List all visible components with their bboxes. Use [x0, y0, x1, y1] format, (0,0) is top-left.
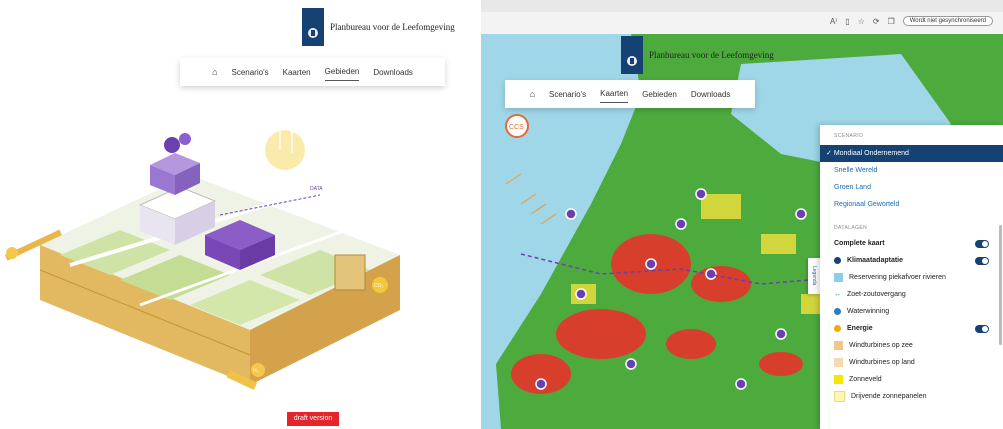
crest-icon [621, 36, 643, 74]
layer-piekafvoer[interactable]: Reservering piekafvoer rivieren [820, 269, 1003, 286]
collections-icon[interactable]: ❐ [888, 17, 895, 26]
nav-kaarten[interactable]: Kaarten [283, 64, 311, 81]
nav-downloads[interactable]: Downloads [691, 86, 731, 103]
logo-text: Planbureau voor de Leefomgeving [330, 22, 455, 32]
logo-text: Planbureau voor de Leefomgeving [649, 50, 774, 60]
h2-label: H₂ [253, 368, 259, 374]
nav-gebieden[interactable]: Gebieden [324, 63, 360, 81]
divider [456, 0, 481, 429]
arrow-both-icon: ↔ [834, 291, 841, 298]
main-nav: ⌂ Scenario's Kaarten Gebieden Downloads [180, 58, 445, 86]
layer-zonneveld[interactable]: Zonneveld [820, 371, 1003, 388]
home-icon[interactable]: ⌂ [530, 85, 535, 103]
layer-wind-land[interactable]: Windturbines op land [820, 354, 1003, 371]
sync-button[interactable]: Wordt niet gesynchroniseerd [902, 16, 993, 26]
swatch-icon [834, 273, 843, 282]
pbl-logo[interactable]: Planbureau voor de Leefomgeving [302, 8, 455, 46]
scenario-regionaal[interactable]: Regionaal Geworteld [820, 196, 1003, 213]
legend-tab[interactable]: Legenda [808, 258, 820, 294]
isometric-illustration: DATA CO₂ H₂ [5, 118, 400, 390]
toggle-switch[interactable] [975, 239, 989, 248]
layer-complete-kaart[interactable]: Complete kaart [820, 235, 1003, 252]
layer-waterwinning[interactable]: Waterwinning [820, 303, 1003, 320]
ccs-marker[interactable]: CCS [509, 124, 524, 131]
left-screenshot: Planbureau voor de Leefomgeving ⌂ Scenar… [0, 0, 456, 429]
layer-klimaatadaptatie[interactable]: Klimaatadaptatie [820, 252, 1003, 269]
pbl-logo-right[interactable]: Planbureau voor de Leefomgeving [621, 36, 774, 74]
scenario-header: SCENARIO [834, 133, 864, 139]
layers-header: DATALAGEN [834, 225, 868, 231]
droplet-icon [834, 308, 841, 315]
draft-badge: draft version [287, 412, 339, 426]
swatch-icon [834, 375, 843, 384]
toggle-switch[interactable] [975, 256, 989, 265]
layer-energie[interactable]: Energie [820, 320, 1003, 337]
bullet-icon [834, 257, 841, 264]
main-nav-right: ⌂ Scenario's Kaarten Gebieden Downloads [505, 80, 755, 108]
scrollbar[interactable] [999, 225, 1002, 345]
swatch-icon [834, 391, 845, 402]
layer-zoet-zout[interactable]: ↔ Zoet-zoutovergang [820, 286, 1003, 303]
layer-wind-zee[interactable]: Windturbines op zee [820, 337, 1003, 354]
nav-scenarios[interactable]: Scenario's [232, 64, 269, 81]
read-aloud-icon[interactable]: A⁾ [830, 17, 837, 26]
scenario-snelle-wereld[interactable]: Snelle Wereld [820, 162, 1003, 179]
scenario-mondiaal[interactable]: ✓ Mondiaal Ondernemend [820, 145, 1003, 162]
bullet-icon [834, 325, 841, 332]
toggle-switch[interactable] [975, 324, 989, 333]
reader-icon[interactable]: ▯ [845, 17, 849, 26]
nav-gebieden[interactable]: Gebieden [642, 86, 677, 103]
layer-drijvende-zon[interactable]: Drijvende zonnepanelen [820, 388, 1003, 405]
right-screenshot: A⁾ ▯ ☆ ⟳ ❐ Wordt niet gesynchroniseerd C… [481, 0, 1003, 429]
nav-kaarten[interactable]: Kaarten [600, 85, 629, 103]
co2-label: CO₂ [374, 283, 384, 289]
crest-icon [302, 8, 324, 46]
browser-toolbar: A⁾ ▯ ☆ ⟳ ❐ Wordt niet gesynchroniseerd [481, 0, 1003, 35]
data-label: DATA [310, 186, 323, 192]
favorites-icon[interactable]: ☆ [858, 17, 865, 26]
extensions-icon[interactable]: ⟳ [873, 17, 880, 26]
nav-scenarios[interactable]: Scenario's [549, 86, 586, 103]
nav-downloads[interactable]: Downloads [373, 64, 413, 81]
swatch-icon [834, 341, 843, 350]
titlebar [481, 0, 1003, 12]
swatch-icon [834, 358, 843, 367]
home-icon[interactable]: ⌂ [212, 63, 217, 81]
scenario-panel: SCENARIO ✓ Mondiaal Ondernemend Snelle W… [820, 125, 1003, 429]
browser-tools: A⁾ ▯ ☆ ⟳ ❐ Wordt niet gesynchroniseerd [830, 16, 993, 26]
scenario-groen-land[interactable]: Groen Land [820, 179, 1003, 196]
